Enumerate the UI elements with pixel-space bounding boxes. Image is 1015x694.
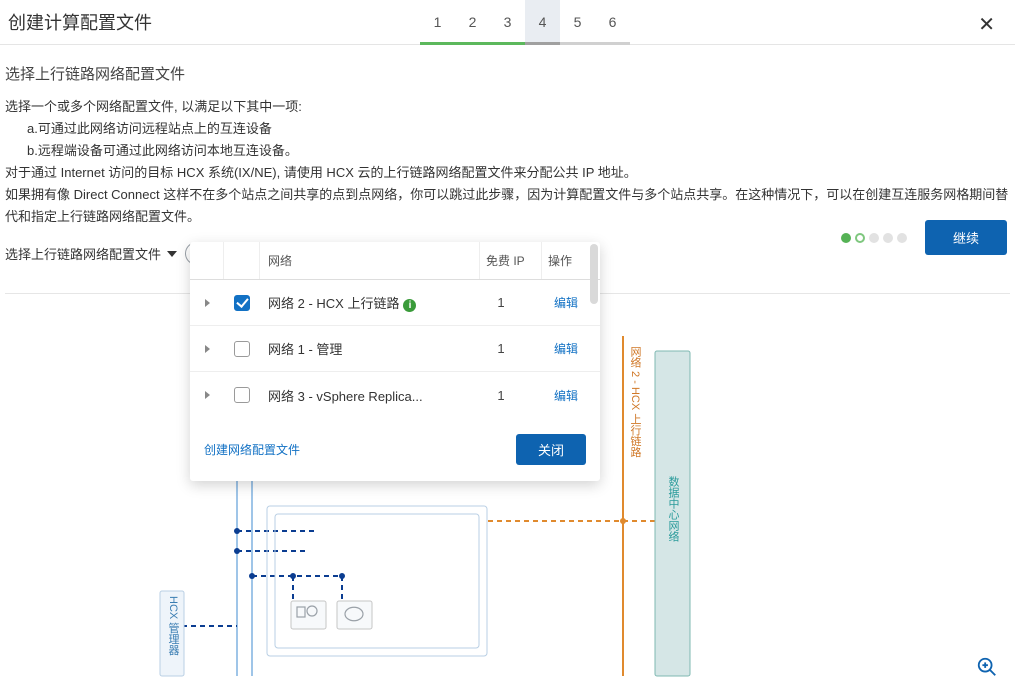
wizard-step-6[interactable]: 6 xyxy=(595,0,630,45)
desc-internet: 对于通过 Internet 访问的目标 HCX 系统(IX/NE), 请使用 H… xyxy=(5,162,1010,184)
select-network-checkbox[interactable] xyxy=(234,387,250,403)
expand-row-icon[interactable] xyxy=(190,391,224,399)
desc-intro: 选择一个或多个网络配置文件, 以满足以下其中一项: xyxy=(5,96,1010,118)
col-free-ip: 免费 IP xyxy=(480,242,542,279)
network-dropdown-panel: 网络 免费 IP 操作 网络 2 - HCX 上行链路i1编辑网络 1 - 管理… xyxy=(190,242,600,481)
progress-dot xyxy=(897,233,907,243)
progress-dot xyxy=(869,233,879,243)
desc-option-b: b.远程端设备可通过此网络访问本地互连设备。 xyxy=(5,140,1010,162)
continue-button[interactable]: 继续 xyxy=(925,220,1007,255)
uplink-network-label: 网络 2 - HCX 上行链路 xyxy=(627,346,643,457)
chevron-down-icon[interactable] xyxy=(167,251,177,257)
network-row: 网络 1 - 管理1 编辑 xyxy=(190,326,600,372)
page-title: 创建计算配置文件 xyxy=(0,9,420,35)
select-network-checkbox[interactable] xyxy=(234,341,250,357)
wizard-step-2[interactable]: 2 xyxy=(455,0,490,45)
network-name: 网络 3 - vSphere Replica... xyxy=(260,386,470,405)
desc-option-a: a.可通过此网络访问远程站点上的互连设备 xyxy=(5,118,1010,140)
wizard-step-3[interactable]: 3 xyxy=(490,0,525,45)
zoom-in-icon[interactable] xyxy=(976,656,998,678)
progress-dots xyxy=(841,233,907,243)
wizard-header: 创建计算配置文件 123456 ✕ xyxy=(0,0,1015,45)
scrollbar[interactable] xyxy=(590,244,598,304)
free-ip-value: 1 xyxy=(470,388,532,403)
edit-network-link[interactable]: 编辑 xyxy=(554,296,578,310)
info-icon[interactable]: i xyxy=(403,299,416,312)
progress-dot xyxy=(883,233,893,243)
network-name: 网络 2 - HCX 上行链路i xyxy=(260,293,470,312)
wizard-footer-controls: 继续 xyxy=(841,220,1007,255)
free-ip-value: 1 xyxy=(470,341,532,356)
select-network-checkbox[interactable] xyxy=(234,295,250,311)
datacenter-network-label: 数据中心网络 xyxy=(665,476,681,542)
free-ip-value: 1 xyxy=(470,295,532,310)
expand-row-icon[interactable] xyxy=(190,345,224,353)
wizard-step-5[interactable]: 5 xyxy=(560,0,595,45)
network-row: 网络 2 - HCX 上行链路i1 编辑 xyxy=(190,280,600,326)
network-name: 网络 1 - 管理 xyxy=(260,339,470,358)
close-icon[interactable]: ✕ xyxy=(978,12,995,37)
section-subheader: 选择上行链路网络配置文件 xyxy=(5,63,1010,84)
step-indicator: 123456 xyxy=(420,0,630,45)
wizard-step-4[interactable]: 4 xyxy=(525,0,560,45)
edit-network-link[interactable]: 编辑 xyxy=(554,342,578,356)
expand-row-icon[interactable] xyxy=(190,299,224,307)
close-panel-button[interactable]: 关闭 xyxy=(516,434,586,465)
wizard-step-1[interactable]: 1 xyxy=(420,0,455,45)
edit-network-link[interactable]: 编辑 xyxy=(554,389,578,403)
selector-label: 选择上行链路网络配置文件 xyxy=(5,244,161,263)
hcx-manager-label: HCX 管理器 xyxy=(165,596,181,655)
progress-dot xyxy=(841,233,851,243)
network-row: 网络 3 - vSphere Replica...1 编辑 xyxy=(190,372,600,418)
dropdown-header-row: 网络 免费 IP 操作 xyxy=(190,242,600,280)
col-network: 网络 xyxy=(260,242,480,279)
progress-dot xyxy=(855,233,865,243)
create-network-profile-link[interactable]: 创建网络配置文件 xyxy=(204,441,300,458)
